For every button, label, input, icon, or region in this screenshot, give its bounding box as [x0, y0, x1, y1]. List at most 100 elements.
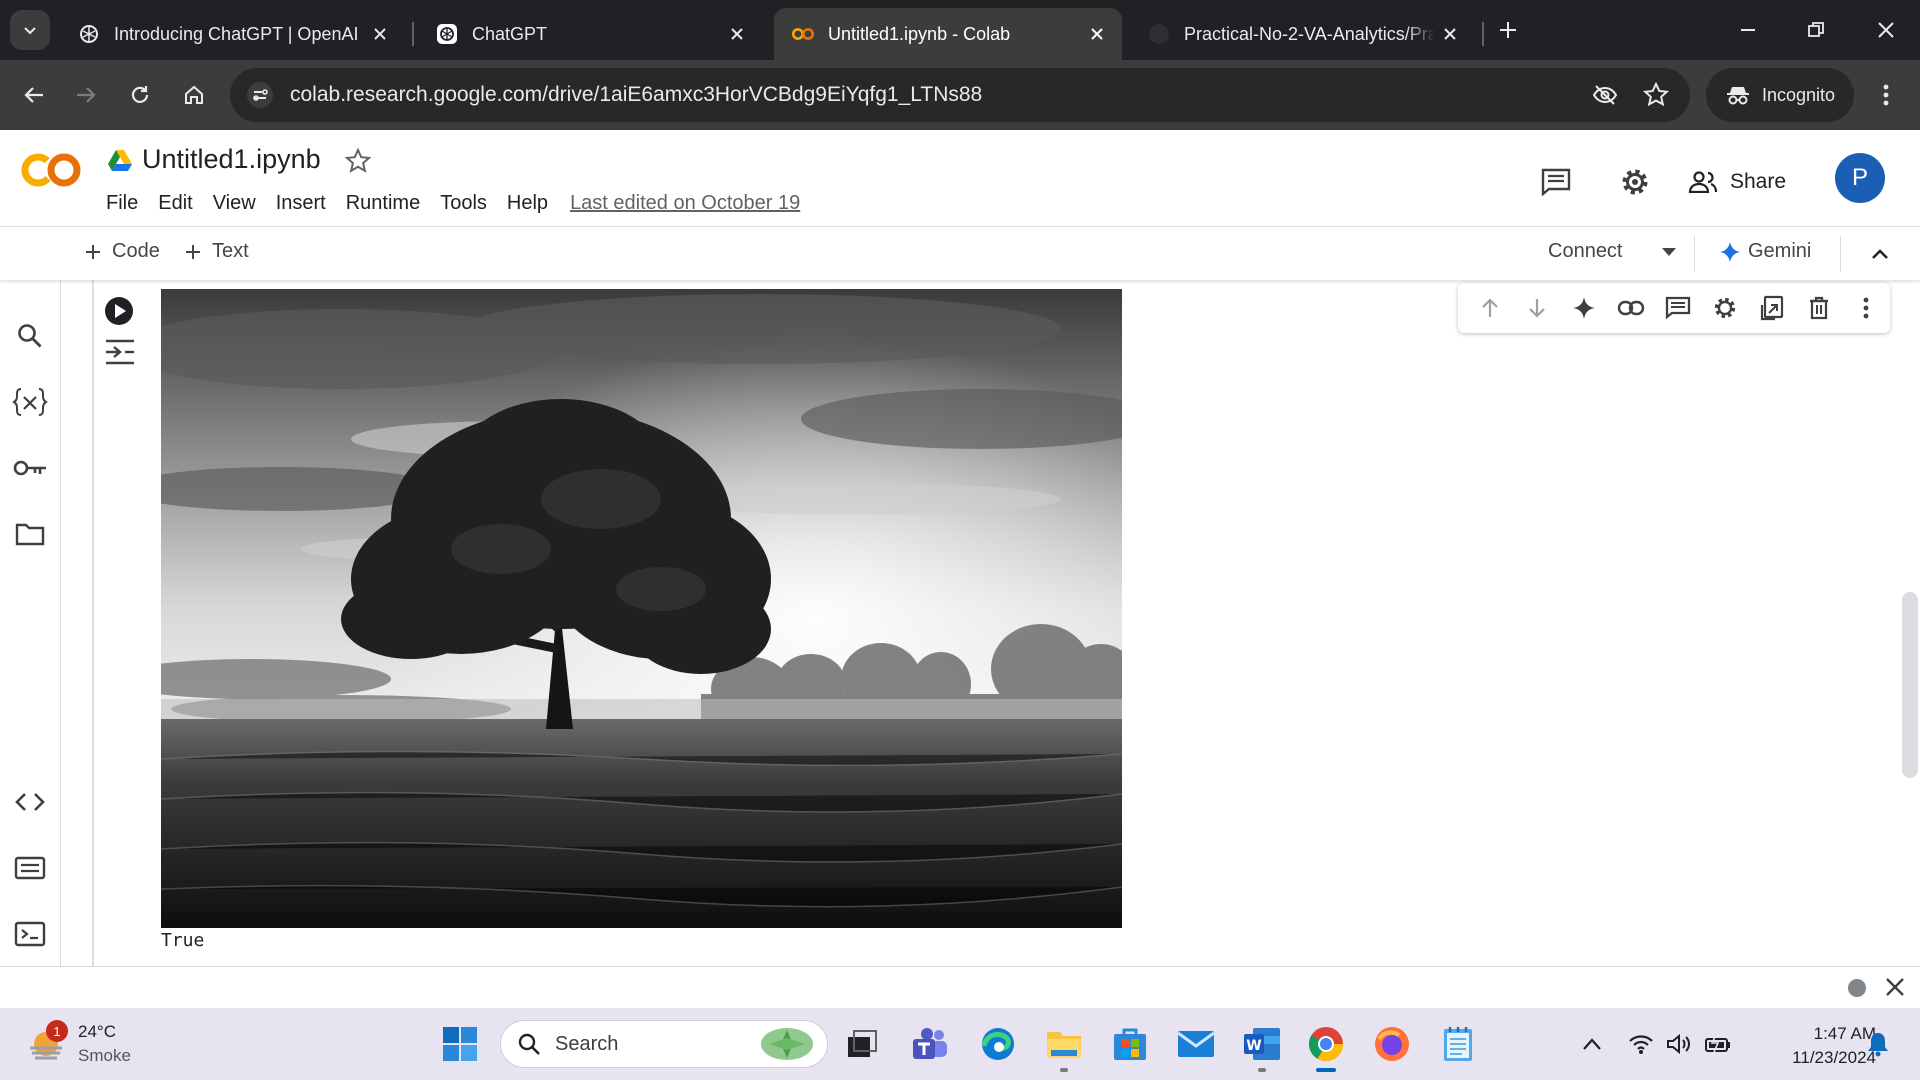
notebook-title[interactable]: Untitled1.ipynb [142, 144, 321, 175]
terminal-button[interactable] [8, 912, 52, 956]
restore-window-button[interactable] [1792, 10, 1840, 50]
close-tab-icon[interactable] [1082, 19, 1112, 49]
microsoft-store-app[interactable] [1108, 1022, 1152, 1066]
reload-button[interactable] [120, 75, 160, 115]
status-bar [0, 966, 1920, 1008]
menu-file[interactable]: File [96, 192, 148, 215]
eye-off-icon[interactable] [1592, 83, 1618, 112]
cell-settings-button[interactable] [1702, 288, 1749, 328]
menu-edit[interactable]: Edit [148, 192, 202, 215]
site-info-icon[interactable] [246, 81, 274, 114]
running-indicator [1060, 1068, 1068, 1072]
gemini-cell-button[interactable] [1560, 288, 1607, 328]
google-drive-icon[interactable] [108, 149, 132, 176]
new-tab-button[interactable] [1484, 10, 1532, 50]
last-edited-link[interactable]: Last edited on October 19 [570, 192, 800, 215]
star-icon[interactable] [344, 147, 372, 180]
tab-practical-va-analytics[interactable]: Practical-No-2-VA-Analytics/Pra [1130, 8, 1475, 60]
forward-button[interactable] [66, 75, 106, 115]
secrets-button[interactable] [8, 446, 52, 490]
active-indicator [1316, 1068, 1336, 1072]
caret-down-icon[interactable] [1661, 247, 1677, 257]
settings-button[interactable] [1613, 160, 1657, 204]
tab-colab-untitled1[interactable]: Untitled1.ipynb - Colab [774, 8, 1122, 60]
incognito-label: Incognito [1762, 84, 1836, 105]
gemini-button[interactable]: Gemini [1720, 240, 1811, 263]
home-button[interactable] [174, 75, 214, 115]
close-window-button[interactable] [1862, 10, 1910, 50]
menu-insert[interactable]: Insert [266, 192, 336, 215]
firefox-app[interactable] [1370, 1022, 1414, 1066]
mirror-cell-button[interactable] [1749, 288, 1796, 328]
menu-runtime[interactable]: Runtime [336, 192, 430, 215]
terminal-icon [14, 921, 46, 947]
minimize-icon [1741, 29, 1755, 31]
edge-app[interactable] [976, 1022, 1020, 1066]
move-cell-up-button[interactable] [1466, 288, 1513, 328]
cell-toolbar [1458, 283, 1890, 333]
colab-logo[interactable] [20, 150, 84, 195]
share-button[interactable]: Share [1688, 160, 1786, 204]
browser-menu-button[interactable] [1866, 75, 1906, 115]
comments-button[interactable] [1534, 160, 1578, 204]
task-view-button[interactable] [840, 1022, 884, 1066]
tab-introducing-chatgpt[interactable]: Introducing ChatGPT | OpenAI [60, 8, 405, 60]
runtime-status-indicator[interactable] [1848, 979, 1866, 997]
add-code-cell-button[interactable]: Code [84, 240, 160, 263]
collapse-header-button[interactable] [1866, 240, 1894, 273]
back-button[interactable] [14, 75, 54, 115]
arrow-right-icon [77, 87, 96, 103]
more-cell-actions-button[interactable] [1843, 288, 1890, 328]
variables-icon [12, 388, 48, 416]
search-highlight-icon [759, 1026, 815, 1062]
delete-cell-button[interactable] [1796, 288, 1843, 328]
move-cell-down-button[interactable] [1513, 288, 1560, 328]
start-button[interactable] [438, 1022, 482, 1066]
add-text-cell-button[interactable]: Text [184, 240, 249, 263]
account-avatar[interactable]: P [1835, 153, 1885, 203]
incognito-indicator[interactable]: Incognito [1706, 68, 1854, 122]
teams-app[interactable] [908, 1022, 952, 1066]
battery-icon[interactable] [1704, 1033, 1732, 1055]
close-status-button[interactable] [1884, 976, 1906, 1003]
find-button[interactable] [8, 314, 52, 358]
plus-icon [86, 244, 100, 259]
tab-search-button[interactable] [10, 10, 50, 50]
notebook-scrollbar[interactable] [1902, 592, 1918, 778]
mail-app[interactable] [1174, 1022, 1218, 1066]
notifications-button[interactable] [1856, 1022, 1900, 1066]
menu-help[interactable]: Help [497, 192, 558, 215]
connect-runtime-button[interactable]: Connect [1548, 240, 1677, 263]
add-comment-button[interactable] [1654, 288, 1701, 328]
menu-tools[interactable]: Tools [430, 192, 497, 215]
code-snippets-button[interactable] [8, 780, 52, 824]
menu-view[interactable]: View [203, 192, 266, 215]
output-actions-button[interactable] [104, 338, 136, 371]
wifi-icon[interactable] [1628, 1033, 1654, 1055]
file-explorer-app[interactable] [1042, 1022, 1086, 1066]
close-tab-icon[interactable] [722, 19, 752, 49]
tab-chatgpt[interactable]: ChatGPT [418, 8, 762, 60]
chrome-app[interactable] [1304, 1022, 1348, 1066]
comment-icon [1541, 168, 1571, 197]
copy-link-button[interactable] [1607, 288, 1654, 328]
word-app[interactable]: W [1240, 1022, 1284, 1066]
run-cell-button[interactable] [104, 296, 134, 331]
close-tab-icon[interactable] [365, 19, 395, 49]
bell-icon [1868, 1033, 1888, 1057]
files-button[interactable] [8, 512, 52, 556]
volume-icon[interactable] [1666, 1033, 1692, 1055]
variables-button[interactable] [8, 380, 52, 424]
bookmark-star-icon[interactable] [1642, 81, 1670, 113]
close-tab-icon[interactable] [1435, 19, 1465, 49]
address-bar[interactable]: colab.research.google.com/drive/1aiE6amx… [230, 68, 1690, 122]
weather-temp: 24°C [78, 1022, 116, 1041]
weather-widget[interactable]: 1 24°C Smoke [26, 1020, 131, 1068]
show-hidden-icons-button[interactable] [1582, 1037, 1602, 1051]
chevron-up-icon [1583, 1038, 1601, 1050]
openai-icon [78, 23, 100, 45]
taskbar-search[interactable]: Search [500, 1020, 828, 1068]
minimize-window-button[interactable] [1724, 10, 1772, 50]
command-palette-button[interactable] [8, 846, 52, 890]
notepad-app[interactable] [1436, 1022, 1480, 1066]
